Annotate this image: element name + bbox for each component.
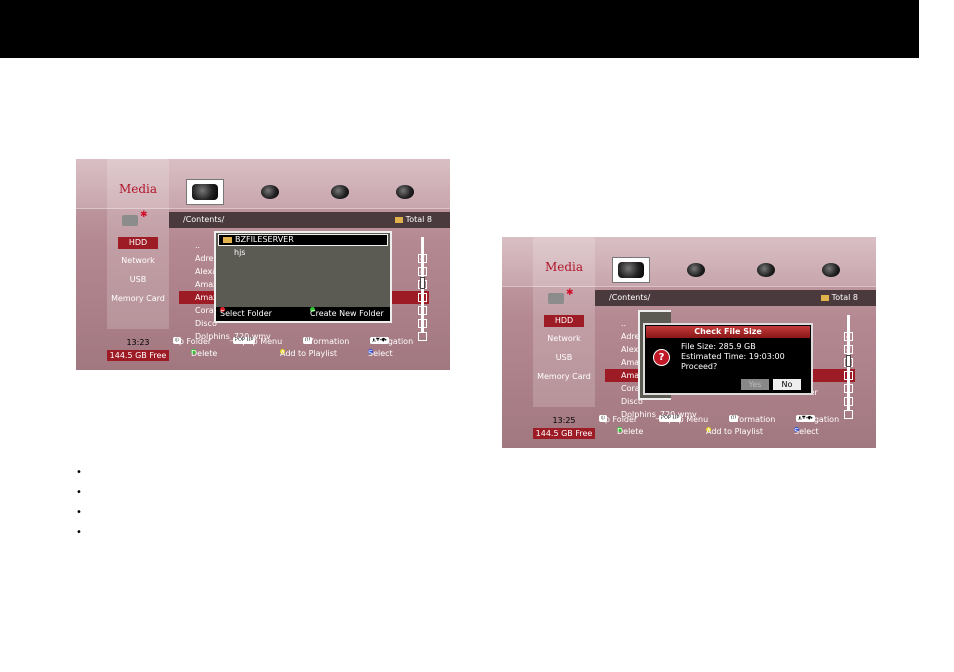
free-space: 144.5 GB Free (107, 350, 169, 361)
list-item (76, 506, 88, 526)
total-label: Total 8 (405, 215, 432, 224)
clock: 13:25 (552, 416, 576, 425)
popup-folder-item[interactable]: hjs (216, 247, 390, 258)
proceed-text: Proceed? (681, 362, 718, 371)
select-folder-popup: BZFILESERVER hjs Select Folder Create Ne… (214, 231, 392, 323)
tab-photo-icon[interactable] (812, 257, 850, 283)
media-title: Media (118, 182, 158, 196)
sidebar-item-network[interactable]: Network (533, 333, 595, 345)
free-space-label: GB Free (561, 429, 593, 438)
tab-music-icon[interactable] (251, 179, 289, 205)
list-item (76, 466, 88, 486)
help-label: Add to Playlist (280, 349, 338, 358)
help-label: Popup Menu (659, 415, 709, 424)
list-item (76, 486, 88, 506)
row-label: .. (195, 241, 201, 250)
free-space-value: 144.5 (535, 429, 559, 438)
tab-headphones-icon[interactable] (747, 257, 785, 283)
tab-video-icon[interactable] (612, 257, 650, 283)
popup-footer: Select Folder Create New Folder (216, 307, 390, 321)
dialog-message: File Size: 285.9 GB Estimated Time: 19:0… (681, 342, 785, 372)
help-label: Up Folder (599, 415, 638, 424)
list-item (76, 526, 88, 546)
new-folder-icon[interactable] (122, 215, 138, 226)
create-folder-label: Create New Folder (310, 309, 384, 318)
help-bar: ◎ Up Folder POP-UP Popup Menu (i) Informati… (173, 337, 448, 361)
help-label: Up Folder (173, 337, 212, 346)
folder-icon (223, 237, 232, 243)
help-bar: ◎ Up Folder POP-UP Popup Menu (i) Informati… (599, 415, 874, 439)
sidebar-item-usb[interactable]: USB (533, 352, 595, 364)
help-label: Popup Menu (233, 337, 283, 346)
total-count: Total 8 (820, 293, 858, 302)
estimated-time-text: Estimated Time: 19:03:00 (681, 352, 785, 361)
popup-header-label: BZFILESERVER (235, 235, 294, 244)
sidebar-item-network[interactable]: Network (107, 255, 169, 267)
total-count: Total 8 (394, 215, 432, 224)
dialog-title: Check File Size (646, 326, 810, 338)
tab-photo-icon[interactable] (386, 179, 424, 205)
scrollbar[interactable] (846, 315, 851, 410)
total-label: Total 8 (831, 293, 858, 302)
sidebar-item-usb[interactable]: USB (107, 274, 169, 286)
clock: 13:23 (126, 338, 150, 347)
folder-icon (394, 216, 403, 223)
new-folder-icon[interactable] (548, 293, 564, 304)
help-label: Information (303, 337, 350, 346)
select-folder-label: Select Folder (220, 309, 272, 318)
question-icon: ? (653, 349, 670, 366)
help-label: Navigation (796, 415, 840, 424)
media-title: Media (544, 260, 584, 274)
file-size-text: File Size: 285.9 GB (681, 342, 756, 351)
tab-video-icon[interactable] (186, 179, 224, 205)
yes-button[interactable]: Yes (741, 379, 769, 390)
scrollbar-thumb[interactable] (420, 277, 425, 289)
free-space-value: 144.5 (109, 351, 133, 360)
check-file-size-dialog: Check File Size ? File Size: 285.9 GB Es… (643, 323, 813, 395)
help-label: Delete (617, 427, 644, 436)
free-space: 144.5 GB Free (533, 428, 595, 439)
help-label: Select (368, 349, 393, 358)
help-label: Navigation (370, 337, 414, 346)
row-label: .. (621, 319, 627, 328)
help-label: Select (794, 427, 819, 436)
sidebar-item-memory-card[interactable]: Memory Card (107, 293, 169, 305)
sidebar-item-hdd[interactable]: HDD (544, 315, 584, 327)
media-screen-folder-popup: Media ✱ /Contents/ Total 8 HDD Network U… (76, 159, 450, 370)
media-screen-check-file-size: Media ✱ /Contents/ Total 8 HDD Network U… (502, 237, 876, 448)
scrollbar[interactable] (420, 237, 425, 332)
bullet-list (76, 466, 88, 546)
folder-icon (820, 294, 829, 301)
no-button[interactable]: No (773, 379, 801, 390)
help-label: Delete (191, 349, 218, 358)
free-space-label: GB Free (135, 351, 167, 360)
popup-header[interactable]: BZFILESERVER (218, 234, 388, 246)
tab-headphones-icon[interactable] (321, 179, 359, 205)
current-path: /Contents/ (609, 293, 651, 302)
tab-music-icon[interactable] (677, 257, 715, 283)
header-bar (0, 0, 919, 58)
current-path: /Contents/ (183, 215, 225, 224)
scrollbar-thumb[interactable] (846, 355, 851, 367)
sidebar-item-memory-card[interactable]: Memory Card (533, 371, 595, 383)
sidebar-item-hdd[interactable]: HDD (118, 237, 158, 249)
star-icon: ✱ (140, 210, 148, 220)
help-label: Information (729, 415, 776, 424)
star-icon: ✱ (566, 288, 574, 298)
help-label: Add to Playlist (706, 427, 764, 436)
